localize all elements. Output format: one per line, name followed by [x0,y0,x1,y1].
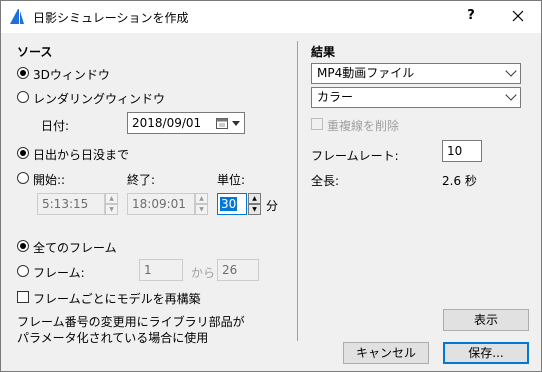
help-button[interactable]: ? [463,8,479,23]
radio-all-frames[interactable] [17,240,29,252]
spinner-up-icon[interactable]: ▲ [195,193,208,204]
end-time-spinner[interactable]: ▲ ▼ [195,193,208,215]
radio-sunrise-sunset-label: 日出から日没まで [33,148,130,162]
chevron-down-icon [505,89,517,101]
spinner-up-icon[interactable]: ▲ [248,193,261,204]
spinner-down-icon[interactable]: ▼ [248,204,261,215]
framerate-label: フレームレート: [311,149,399,163]
color-value: カラー [317,90,354,104]
remove-duplicate-lines-label: 重複線を削除 [327,119,400,133]
start-time-field[interactable]: 5:13:15 [37,193,105,215]
end-time-field[interactable]: 18:09:01 [127,193,195,215]
radio-all-frames-label: 全てのフレーム [33,241,117,255]
radio-3d-window[interactable] [17,67,29,79]
radio-frames-label: フレーム: [33,266,85,280]
start-time-spinner[interactable]: ▲ ▼ [105,193,118,215]
date-value: 2018/09/01 [132,116,202,130]
rebuild-model-checkbox[interactable] [17,291,29,303]
radio-sunrise-sunset[interactable] [17,147,29,159]
chevron-down-icon [505,65,517,77]
unit-spinner[interactable]: ▲ ▼ [248,193,261,215]
dialog-window: 日影シミュレーションを作成 ? ソース 3Dウィンドウ レンダリングウィンドウ … [0,0,542,372]
window-title: 日影シミュレーションを作成 [33,11,189,25]
spinner-up-icon[interactable]: ▲ [105,193,118,204]
framerate-field[interactable]: 10 [442,140,482,162]
length-label: 全長: [311,174,340,188]
unit-label: 単位: [217,173,246,187]
radio-3d-window-label: 3Dウィンドウ [33,68,110,82]
radio-start-label: 開始:: [33,173,66,187]
remove-duplicate-lines-checkbox[interactable] [311,118,323,130]
cancel-button[interactable]: キャンセル [343,342,429,364]
end-label: 終了: [127,173,156,187]
length-value: 2.6 秒 [442,174,477,188]
date-label: 日付: [41,119,70,133]
calendar-icon[interactable] [216,117,228,129]
unit-field[interactable]: 30 [217,193,247,215]
close-icon[interactable] [507,5,529,27]
unit-value: 30 [220,197,238,211]
save-button[interactable]: 保存... [443,342,529,364]
app-logo-icon [10,9,24,24]
date-field[interactable]: 2018/09/01 [127,112,245,134]
spinner-down-icon[interactable]: ▼ [195,204,208,215]
section-divider [297,41,298,341]
spinner-down-icon[interactable]: ▼ [105,204,118,215]
rebuild-model-label: フレームごとにモデルを再構築 [33,292,201,306]
note-line-1: フレーム番号の変更用にライブラリ部品が [17,315,245,329]
radio-start[interactable] [17,172,29,184]
color-select[interactable]: カラー [311,87,521,108]
radio-rendering-window-label: レンダリングウィンドウ [33,92,166,106]
frame-to-field[interactable]: 26 [217,259,259,281]
result-header: 結果 [311,45,336,59]
note-line-2: パラメータ化されている場合に使用 [17,331,209,345]
radio-frames[interactable] [17,265,29,277]
format-select[interactable]: MP4動画ファイル [311,63,521,84]
frame-from-field[interactable]: 1 [139,259,183,281]
frame-kara-label: から [191,266,216,280]
unit-suffix: 分 [266,199,279,213]
format-value: MP4動画ファイル [317,66,415,80]
show-button[interactable]: 表示 [443,309,529,331]
title-bar: 日影シミュレーションを作成 ? [1,1,541,33]
source-header: ソース [17,45,53,59]
radio-rendering-window[interactable] [17,91,29,103]
chevron-down-icon[interactable] [232,121,240,126]
